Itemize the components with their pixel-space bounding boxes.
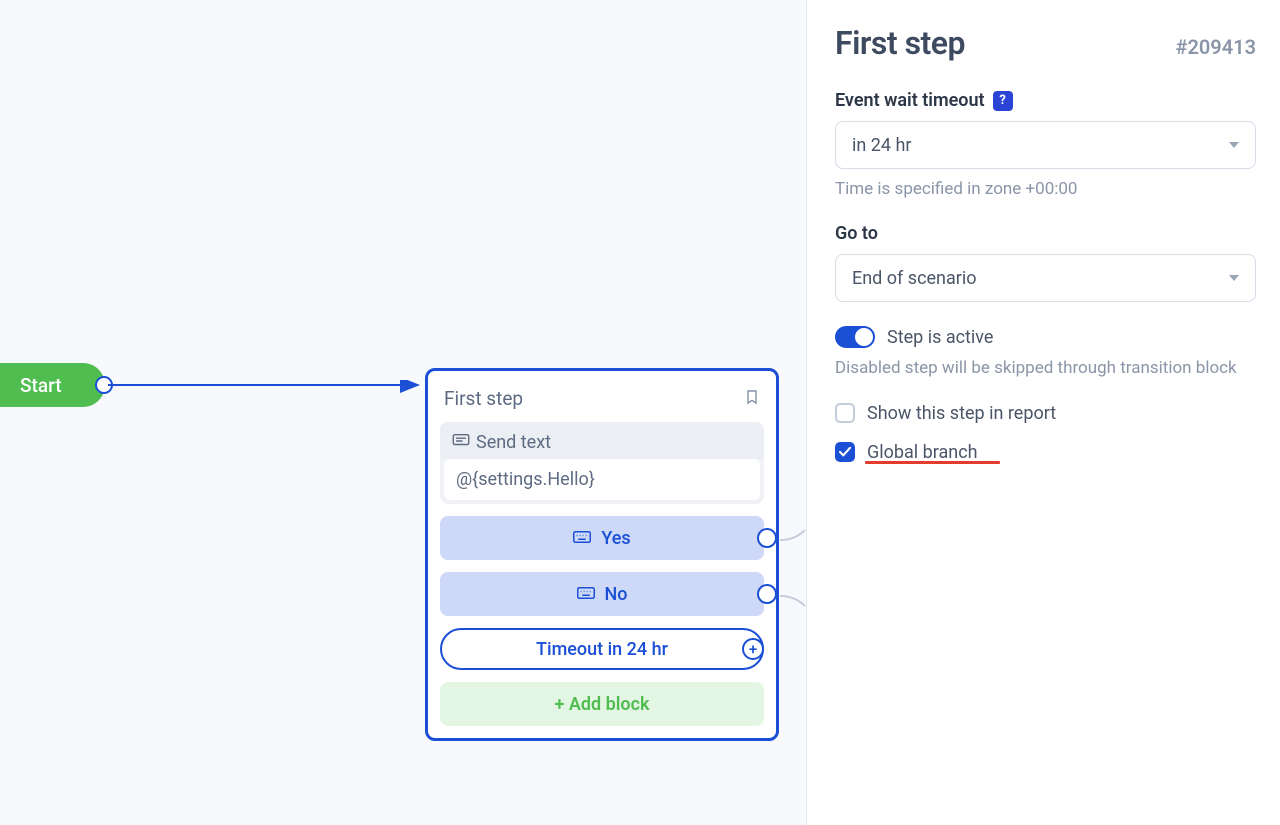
start-node[interactable]: Start xyxy=(0,363,105,407)
step-active-toggle[interactable] xyxy=(835,326,875,348)
global-branch-label: Global branch xyxy=(867,442,978,463)
option-no-connector[interactable] xyxy=(757,584,777,604)
timeout-button[interactable]: Timeout in 24 hr + xyxy=(440,628,764,670)
send-block-header: Send text xyxy=(476,432,551,453)
goto-select[interactable]: End of scenario xyxy=(835,254,1256,302)
add-block-label: + Add block xyxy=(554,694,649,715)
goto-field-label: Go to xyxy=(835,223,1256,244)
panel-title: First step xyxy=(835,24,965,62)
chevron-down-icon xyxy=(1229,275,1239,281)
start-label: Start xyxy=(20,374,62,397)
option-yes-connector[interactable] xyxy=(757,528,777,548)
global-branch-checkbox[interactable] xyxy=(835,442,855,462)
show-in-report-label: Show this step in report xyxy=(867,403,1056,424)
step-card-title: First step xyxy=(444,387,523,410)
bookmark-icon[interactable] xyxy=(744,388,760,410)
step-card-first-step[interactable]: First step Send text @{settings.Hello} Y… xyxy=(425,368,779,741)
panel-id: #209413 xyxy=(1175,35,1256,59)
keyboard-icon xyxy=(577,584,595,605)
plus-icon[interactable]: + xyxy=(742,638,764,660)
step-properties-panel: First step #209413 Event wait timeout ? … xyxy=(807,0,1280,825)
send-text-block[interactable]: Send text @{settings.Hello} xyxy=(440,422,764,504)
message-icon xyxy=(452,433,470,452)
option-no[interactable]: No xyxy=(440,572,764,616)
goto-value: End of scenario xyxy=(852,268,977,289)
show-in-report-checkbox[interactable] xyxy=(835,403,855,423)
add-block-button[interactable]: + Add block xyxy=(440,682,764,726)
timeout-hint: Time is specified in zone +00:00 xyxy=(835,179,1256,199)
branch-tails xyxy=(780,530,810,610)
step-active-hint: Disabled step will be skipped through tr… xyxy=(835,356,1256,381)
step-active-label: Step is active xyxy=(887,327,993,348)
timeout-select[interactable]: in 24 hr xyxy=(835,121,1256,169)
timeout-value: in 24 hr xyxy=(852,135,912,156)
timeout-field-label: Event wait timeout ? xyxy=(835,90,1256,111)
timeout-label: Timeout in 24 hr xyxy=(536,639,668,660)
edge-start-to-step xyxy=(108,380,428,400)
help-icon[interactable]: ? xyxy=(993,91,1013,111)
option-yes[interactable]: Yes xyxy=(440,516,764,560)
keyboard-icon xyxy=(573,528,591,549)
flow-canvas[interactable]: Start First step Send text @{settings.He… xyxy=(0,0,807,825)
option-label: No xyxy=(605,584,628,605)
option-label: Yes xyxy=(601,528,630,549)
send-block-body: @{settings.Hello} xyxy=(444,459,760,500)
chevron-down-icon xyxy=(1229,142,1239,148)
